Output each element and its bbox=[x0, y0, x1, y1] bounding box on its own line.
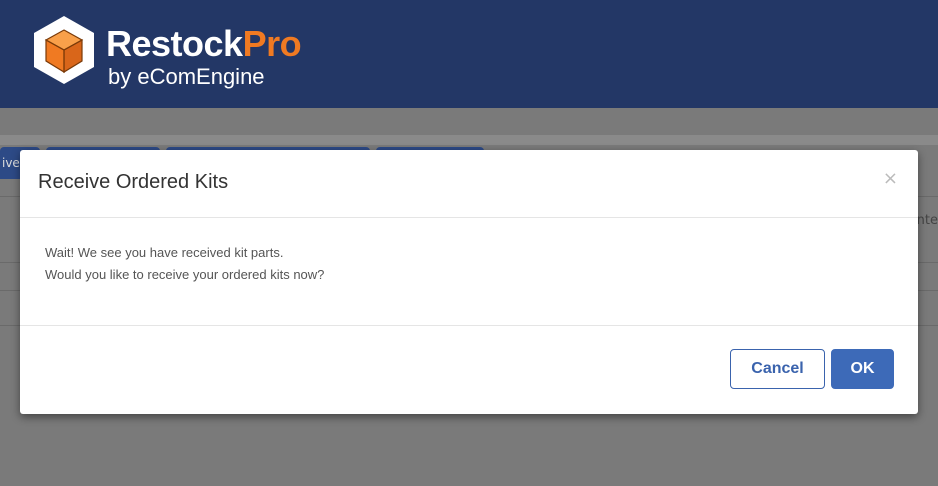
dialog-message-line1: Wait! We see you have received kit parts… bbox=[45, 245, 284, 260]
brand-byline: by eComEngine bbox=[108, 64, 265, 89]
app-header: RestockPro by eComEngine bbox=[0, 0, 938, 108]
brand-name: RestockPro bbox=[106, 23, 302, 64]
background-column-header: nte bbox=[916, 213, 938, 228]
dialog-message-line2: Would you like to receive your ordered k… bbox=[45, 267, 325, 282]
close-icon[interactable]: × bbox=[883, 168, 898, 189]
dialog-title: Receive Ordered Kits bbox=[38, 171, 229, 193]
cancel-button[interactable]: Cancel bbox=[730, 349, 825, 389]
box-hex-icon bbox=[34, 16, 94, 84]
background-toolbar bbox=[0, 135, 938, 145]
ok-button[interactable]: OK bbox=[831, 349, 894, 389]
receive-kits-dialog: Receive Ordered Kits × Wait! We see you … bbox=[20, 150, 918, 414]
dialog-header-divider bbox=[20, 217, 918, 218]
dialog-footer-divider bbox=[20, 325, 918, 326]
